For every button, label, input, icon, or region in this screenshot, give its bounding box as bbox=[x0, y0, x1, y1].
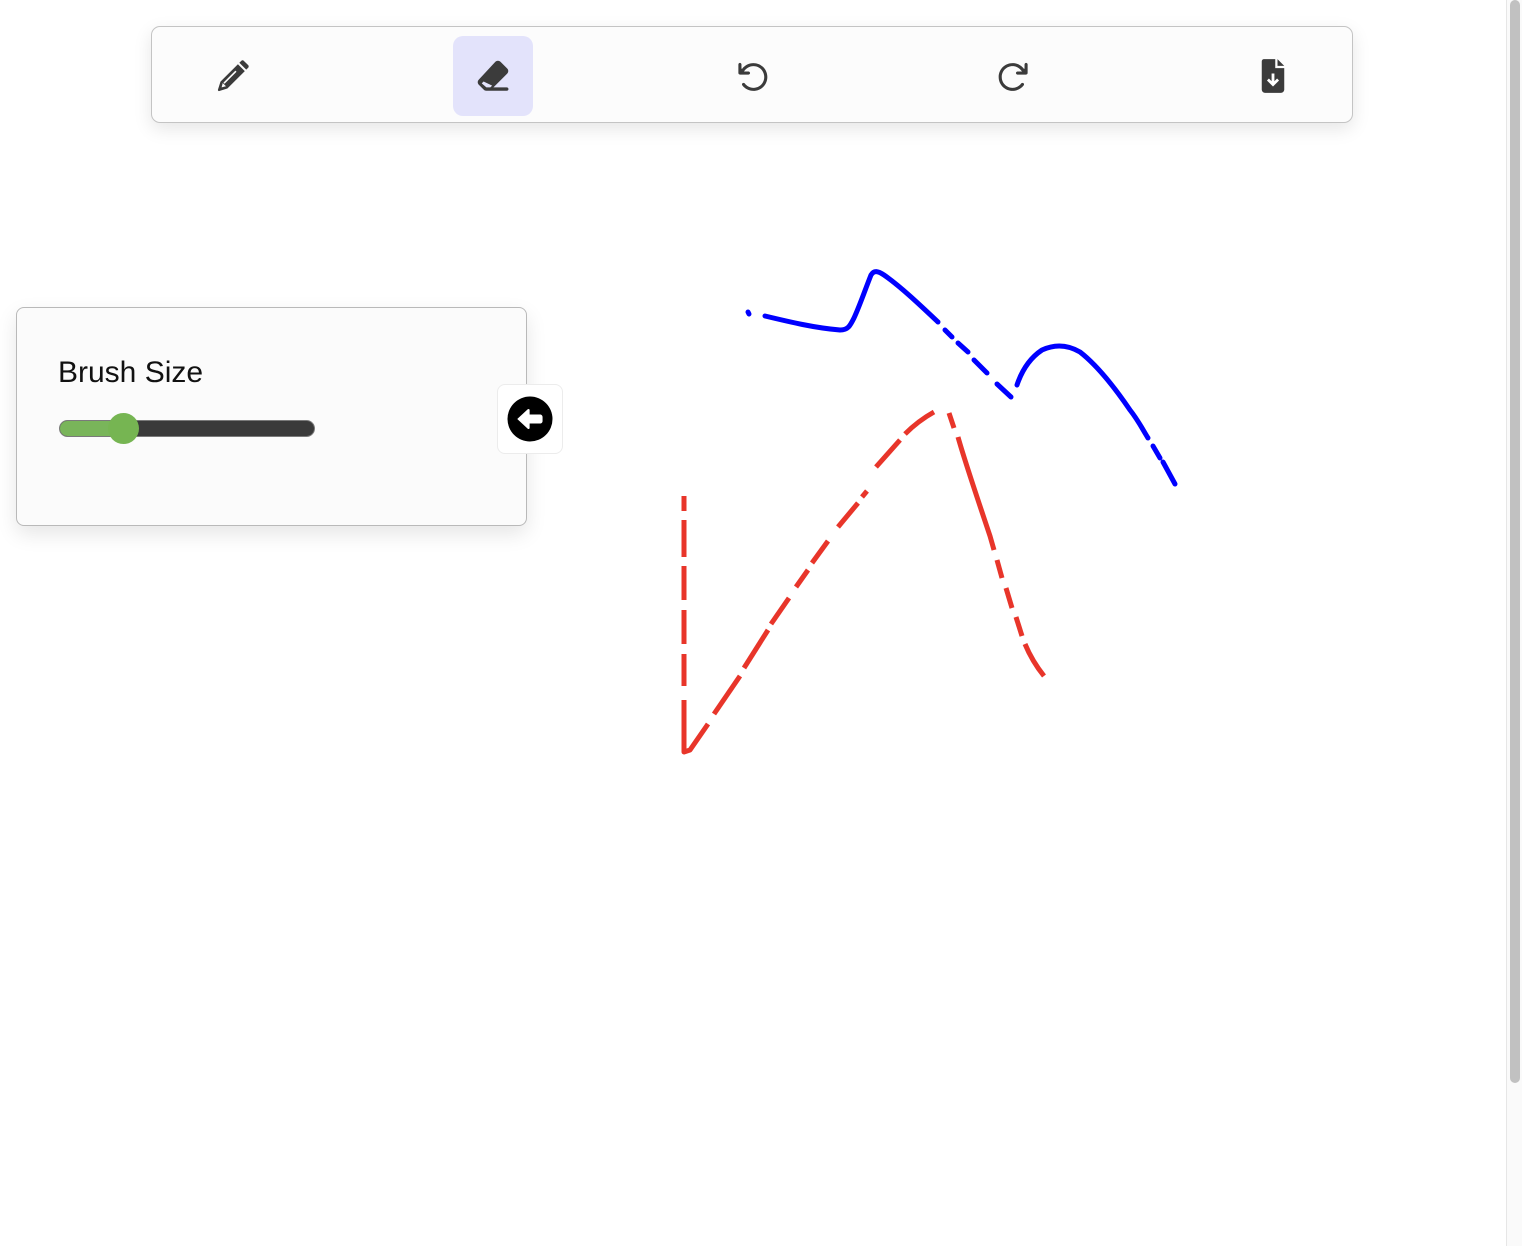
blue-stroke-segment bbox=[971, 357, 990, 376]
blue-stroke-segment bbox=[1160, 459, 1178, 487]
red-stroke-segment bbox=[946, 412, 957, 429]
red-stroke-segment bbox=[711, 674, 743, 716]
pencil-icon bbox=[217, 60, 249, 92]
slider-thumb[interactable] bbox=[108, 413, 139, 444]
red-stroke-segment bbox=[903, 409, 936, 436]
red-stroke-segment bbox=[836, 501, 860, 529]
red-stroke-segment bbox=[860, 489, 869, 499]
red-stroke-segment bbox=[809, 539, 831, 565]
blue-stroke-segment bbox=[955, 340, 971, 355]
redo-icon bbox=[998, 62, 1028, 91]
toolbar bbox=[151, 26, 1353, 123]
red-stroke-segment bbox=[874, 438, 902, 469]
slider-track[interactable] bbox=[59, 420, 315, 437]
file-download-icon bbox=[1261, 59, 1285, 93]
collapse-panel-button[interactable] bbox=[497, 384, 563, 454]
blue-stroke-segment bbox=[1150, 443, 1163, 461]
drawing-app: Brush Size bbox=[0, 0, 1522, 1246]
red-stroke-segment bbox=[793, 568, 811, 589]
red-stroke bbox=[681, 409, 1046, 755]
vertical-scrollbar[interactable] bbox=[1506, 0, 1522, 1246]
red-stroke-segment bbox=[681, 700, 711, 755]
red-stroke-segment bbox=[1013, 616, 1025, 637]
pencil-button[interactable] bbox=[193, 36, 273, 116]
red-stroke-segment bbox=[1022, 643, 1046, 678]
undo-button[interactable] bbox=[713, 36, 793, 116]
undo-icon bbox=[738, 62, 768, 91]
blue-stroke-segment bbox=[745, 309, 752, 317]
brush-size-slider[interactable] bbox=[59, 413, 315, 444]
blue-stroke-segment bbox=[942, 327, 955, 340]
save-button[interactable] bbox=[1233, 36, 1313, 116]
brush-size-label: Brush Size bbox=[58, 356, 204, 389]
red-stroke-segment bbox=[741, 628, 771, 670]
redo-button[interactable] bbox=[973, 36, 1053, 116]
red-stroke-segment bbox=[955, 436, 997, 551]
scrollbar-thumb[interactable] bbox=[1510, 0, 1520, 1083]
red-stroke-segment bbox=[1003, 587, 1015, 609]
blue-stroke bbox=[745, 269, 1178, 487]
arrow-circle-left-icon bbox=[507, 396, 553, 442]
drawing-canvas[interactable] bbox=[0, 0, 1506, 1246]
eraser-button[interactable] bbox=[453, 36, 533, 116]
blue-stroke-segment bbox=[1014, 343, 1151, 441]
red-stroke-segment bbox=[994, 559, 1005, 579]
brush-size-panel: Brush Size bbox=[16, 307, 527, 526]
eraser-icon bbox=[477, 60, 509, 91]
red-stroke-segment bbox=[768, 596, 792, 626]
blue-stroke-segment bbox=[994, 381, 1014, 400]
blue-stroke-segment bbox=[762, 269, 941, 333]
